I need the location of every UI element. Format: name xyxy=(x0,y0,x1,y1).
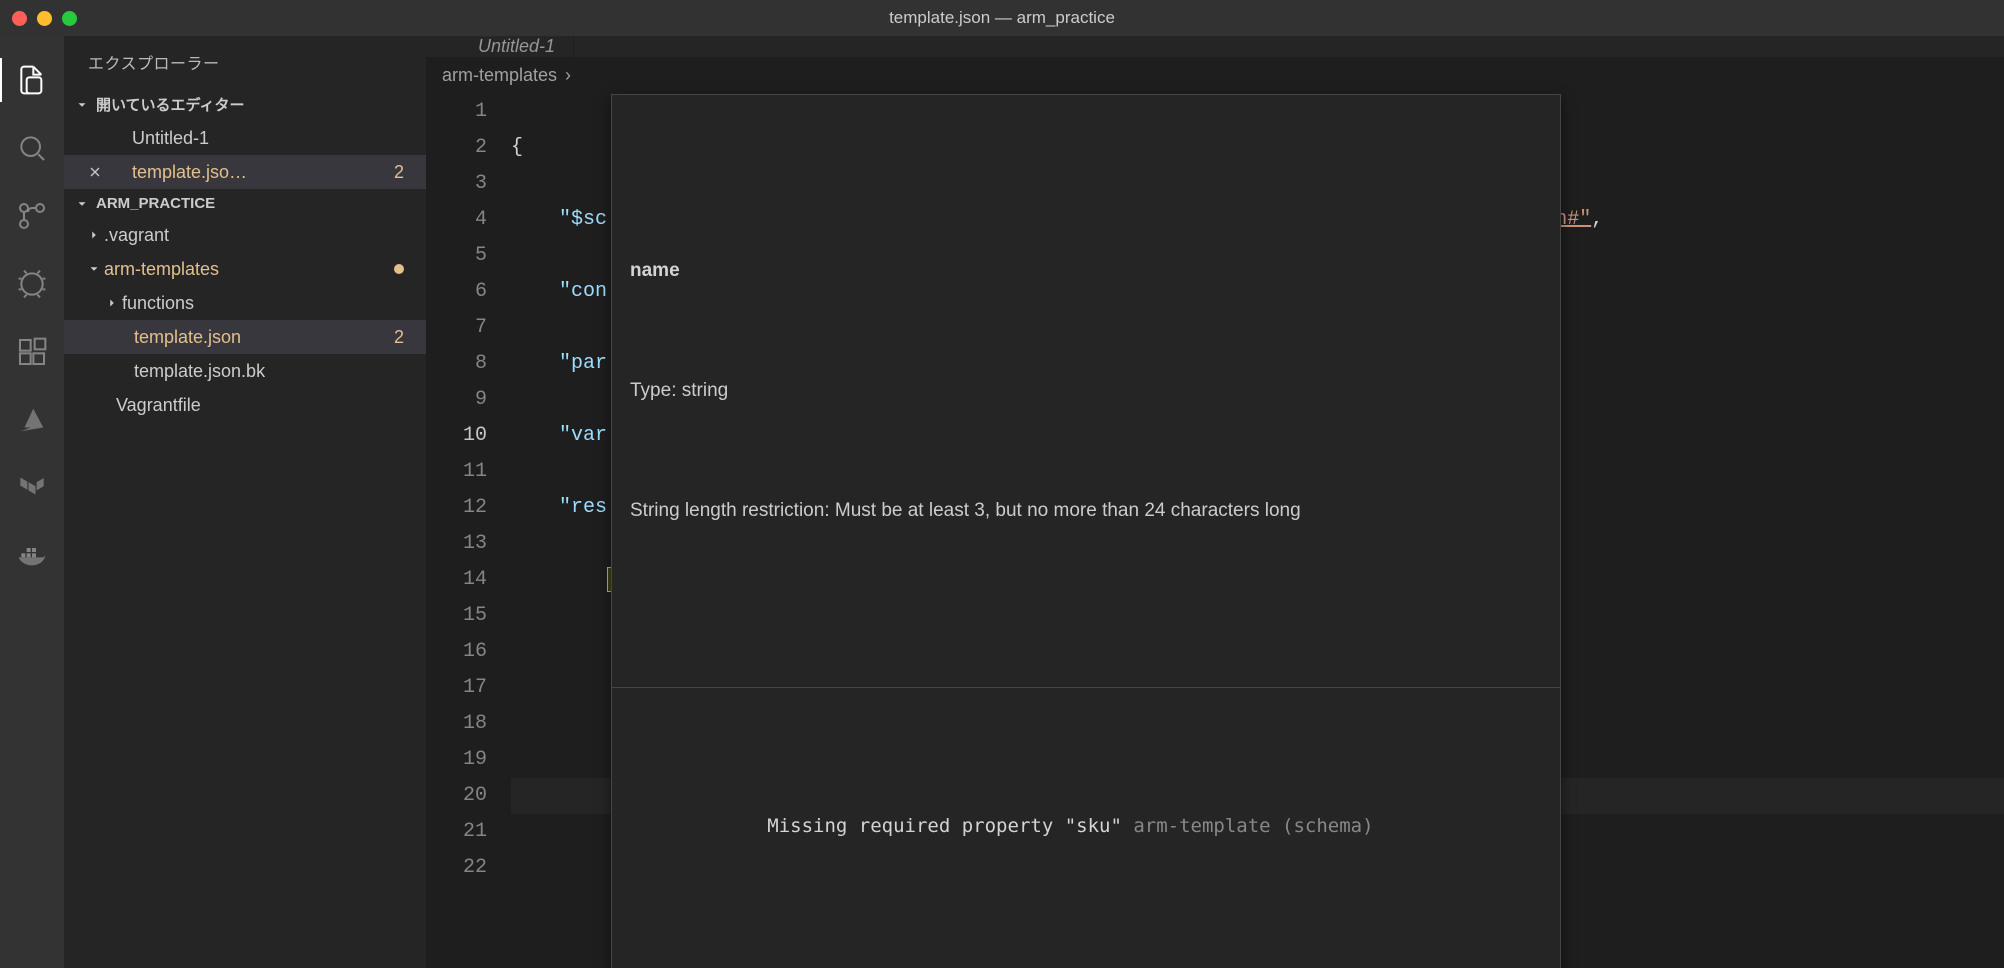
tooltip-error: Missing required property "kind" arm-tem… xyxy=(612,964,1560,968)
open-editors-label: 開いているエディター xyxy=(96,94,245,115)
tooltip-type: Type: string xyxy=(630,373,1542,409)
problems-badge: 2 xyxy=(394,327,418,348)
folder-name: arm-templates xyxy=(104,259,219,280)
tab-label: Untitled-1 xyxy=(478,36,555,57)
explorer-icon[interactable] xyxy=(0,48,64,112)
file-item-vagrantfile[interactable]: Vagrantfile xyxy=(64,388,426,422)
code[interactable]: { "$sc loymentTemplate.json#", "con "par… xyxy=(511,94,2004,968)
breadcrumb-sep: › xyxy=(565,65,571,86)
workspace-label: ARM_PRACTICE xyxy=(96,195,215,212)
folder-name: .vagrant xyxy=(104,225,169,246)
modified-dot-icon xyxy=(394,264,404,274)
chevron-right-icon xyxy=(84,228,104,242)
open-editor-item[interactable]: template.jso… 2 xyxy=(64,155,426,189)
extensions-icon[interactable] xyxy=(0,320,64,384)
sidebar: エクスプローラー 開いているエディター Untitled-1 templ xyxy=(64,36,426,968)
search-icon[interactable] xyxy=(0,116,64,180)
editor: Untitled-1 arm-templates › 1 2 3 4 5 6 7… xyxy=(426,36,2004,968)
folder-name: functions xyxy=(122,293,194,314)
file-icon xyxy=(108,362,130,380)
minimize-window-button[interactable] xyxy=(37,11,52,26)
tabs: Untitled-1 xyxy=(426,36,2004,57)
activity-bar xyxy=(0,36,64,968)
workspace-header[interactable]: ARM_PRACTICE xyxy=(64,189,426,218)
folder-item-functions[interactable]: functions xyxy=(64,286,426,320)
code-editor[interactable]: 1 2 3 4 5 6 7 8 9 10 11 12 13 14 15 16 1… xyxy=(426,94,2004,968)
chevron-down-icon xyxy=(72,98,92,112)
close-window-button[interactable] xyxy=(12,11,27,26)
file-icon xyxy=(106,163,128,181)
file-name: template.json.bk xyxy=(134,361,265,382)
traffic-lights xyxy=(12,11,77,26)
file-item-template-json-bk[interactable]: template.json.bk xyxy=(64,354,426,388)
debug-icon[interactable] xyxy=(0,252,64,316)
problems-badge: 2 xyxy=(394,162,418,183)
file-icon xyxy=(106,129,128,147)
file-name: Vagrantfile xyxy=(116,395,201,416)
file-name: template.json xyxy=(134,327,241,348)
source-control-icon[interactable] xyxy=(0,184,64,248)
tooltip-error: Missing required property "sku" arm-temp… xyxy=(612,760,1560,892)
sidebar-title: エクスプローラー xyxy=(64,36,426,88)
docker-icon[interactable] xyxy=(0,524,64,588)
hover-tooltip: name Type: string String length restrict… xyxy=(611,94,1561,968)
file-name: Untitled-1 xyxy=(132,128,209,149)
terraform-icon[interactable] xyxy=(0,456,64,520)
close-icon[interactable] xyxy=(84,164,106,180)
titlebar: template.json — arm_practice xyxy=(0,0,2004,36)
file-name: template.jso… xyxy=(132,162,247,183)
open-editors-header[interactable]: 開いているエディター xyxy=(64,88,426,121)
breadcrumbs[interactable]: arm-templates › xyxy=(426,57,2004,94)
file-icon xyxy=(90,396,112,414)
chevron-down-icon xyxy=(84,262,104,276)
open-editor-item[interactable]: Untitled-1 xyxy=(64,121,426,155)
tab-untitled[interactable]: Untitled-1 xyxy=(426,36,574,57)
file-icon xyxy=(444,38,466,56)
breadcrumb-segment: arm-templates xyxy=(442,65,557,86)
tooltip-description: String length restriction: Must be at le… xyxy=(630,493,1542,529)
tooltip-title: name xyxy=(630,253,1542,289)
file-item-template-json[interactable]: template.json 2 xyxy=(64,320,426,354)
gutter: 1 2 3 4 5 6 7 8 9 10 11 12 13 14 15 16 1… xyxy=(426,94,511,968)
folder-item-vagrant[interactable]: .vagrant xyxy=(64,218,426,252)
folder-item-arm-templates[interactable]: arm-templates xyxy=(64,252,426,286)
file-icon xyxy=(108,328,130,346)
maximize-window-button[interactable] xyxy=(62,11,77,26)
chevron-down-icon xyxy=(72,197,92,211)
chevron-right-icon xyxy=(102,296,122,310)
azure-icon[interactable] xyxy=(0,388,64,452)
window-title: template.json — arm_practice xyxy=(889,8,1115,28)
